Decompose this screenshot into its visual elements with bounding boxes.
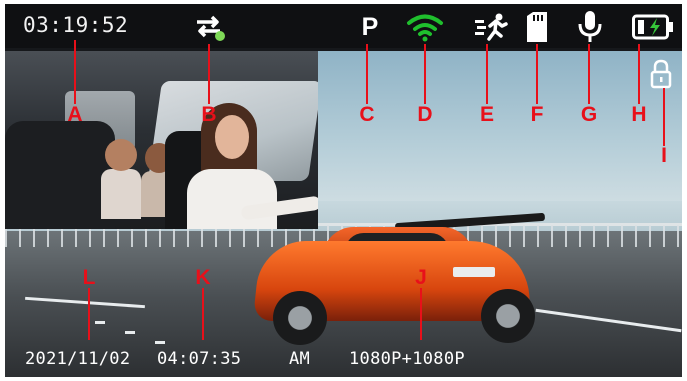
- license-plate: [453, 267, 495, 277]
- dashcam-screen: 03:19:52 P A B C D E F G H I J K L 2021/…: [5, 4, 682, 377]
- meridiem-label: AM: [289, 349, 311, 369]
- callout-line-k: [202, 288, 204, 340]
- lane-marking: [125, 331, 135, 334]
- callout-line-f: [536, 44, 538, 104]
- callout-k: K: [195, 266, 211, 289]
- callout-line-h: [638, 44, 640, 104]
- lane-marking: [95, 321, 105, 324]
- rear-camera-pip[interactable]: [5, 51, 318, 229]
- callout-h: H: [631, 103, 647, 126]
- callout-line-j: [420, 288, 422, 340]
- time-stamp: 04:07:35: [157, 349, 242, 369]
- sd-card-icon: [522, 10, 552, 44]
- resolution-label: 1080P+1080P: [349, 349, 465, 369]
- driver-face: [215, 115, 249, 159]
- callout-j: J: [415, 266, 427, 289]
- loop-recording-icon: [189, 10, 229, 44]
- child-passenger: [101, 169, 141, 219]
- callout-b: B: [201, 103, 217, 126]
- callout-e: E: [479, 103, 494, 126]
- car-seat: [5, 121, 115, 229]
- parking-mode-icon: P: [361, 12, 379, 41]
- callout-i: I: [661, 144, 667, 167]
- callout-line-a: [74, 40, 76, 104]
- battery-charging-icon: [631, 10, 675, 44]
- lock-icon: [650, 59, 672, 93]
- driver: [187, 169, 277, 229]
- callout-l: L: [82, 266, 96, 289]
- car-wheel: [481, 289, 535, 343]
- callout-d: D: [417, 103, 433, 126]
- callout-line-g: [588, 44, 590, 104]
- callout-a: A: [67, 103, 83, 126]
- callout-line-d: [424, 44, 426, 104]
- wifi-icon: [405, 10, 445, 44]
- microphone-icon: [573, 10, 607, 44]
- callout-line-e: [486, 44, 488, 104]
- callout-c: C: [359, 103, 375, 126]
- clock: 03:19:52: [23, 13, 129, 37]
- callout-line-l: [88, 288, 90, 340]
- car-wheel: [273, 291, 327, 345]
- callout-g: G: [580, 103, 598, 126]
- callout-f: F: [530, 103, 544, 126]
- callout-line-b: [208, 44, 210, 104]
- child-head: [105, 139, 137, 171]
- motion-detection-icon: [471, 10, 511, 44]
- callout-line-i: [663, 88, 665, 146]
- status-bar: 03:19:52 P: [5, 4, 682, 48]
- callout-line-c: [366, 44, 368, 104]
- date-stamp: 2021/11/02: [25, 349, 131, 369]
- lane-marking: [155, 341, 165, 344]
